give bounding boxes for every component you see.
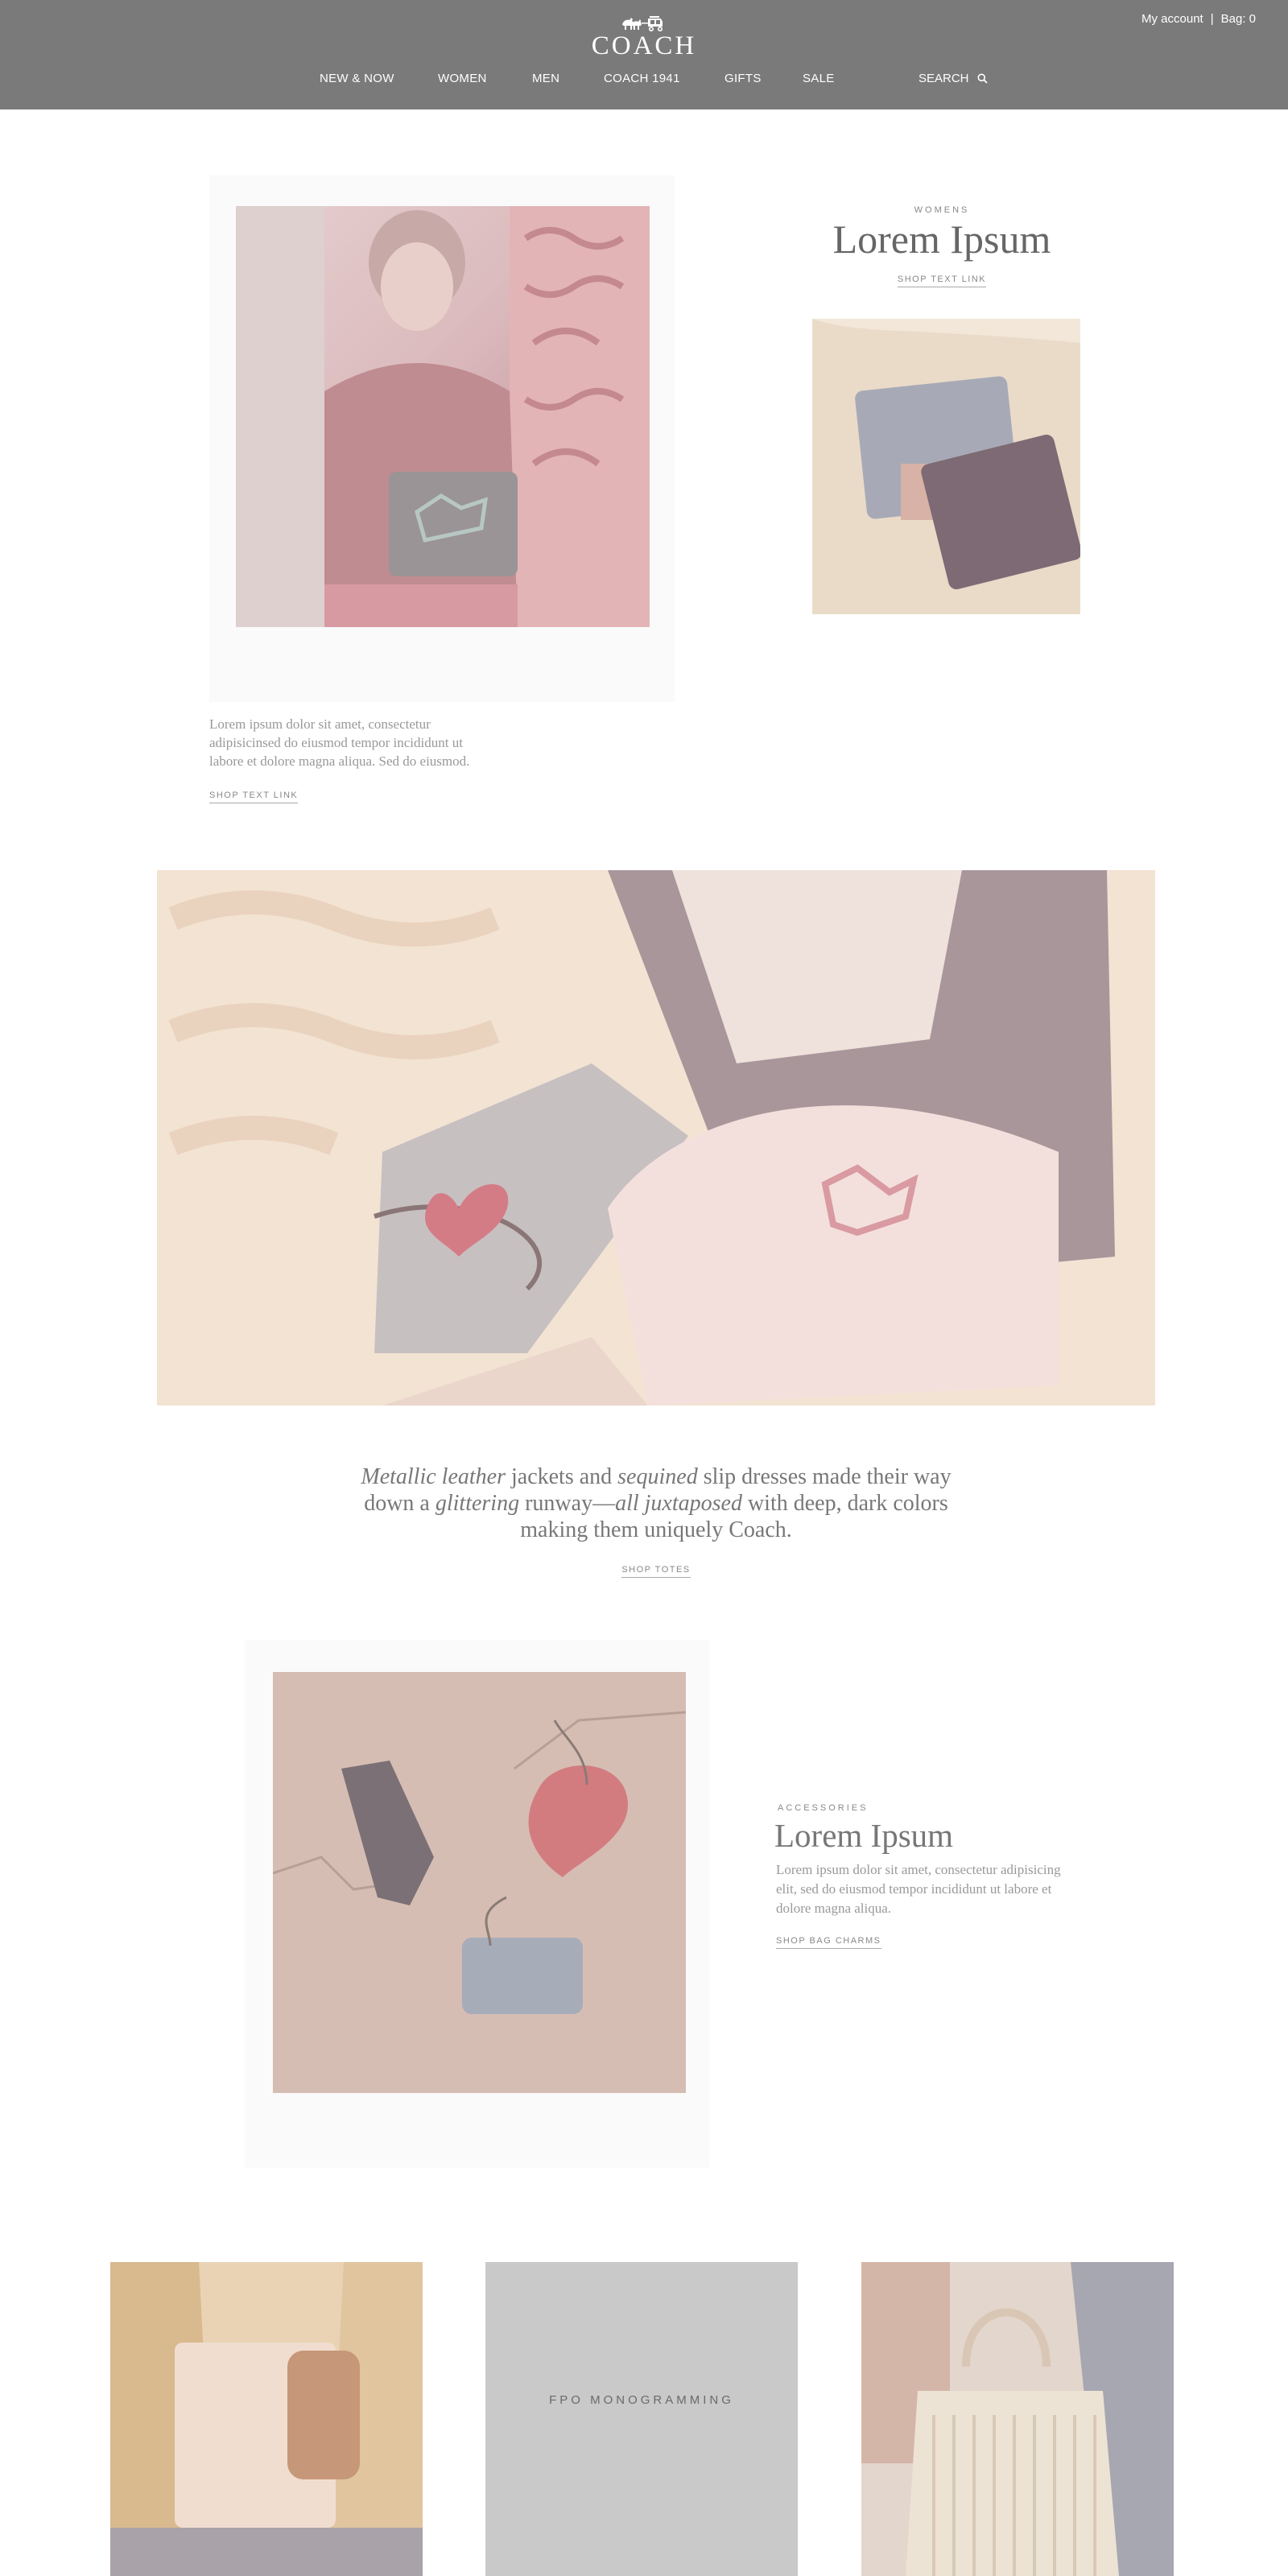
nav-coach-1941[interactable]: COACH 1941 xyxy=(604,72,680,85)
womens-link-wrap: SHOP TEXT LINK xyxy=(781,271,1103,287)
search-label: SEARCH xyxy=(919,72,969,85)
shop-text-link-left[interactable]: SHOP TEXT LINK xyxy=(209,791,299,803)
accessories-copy: Lorem ipsum dolor sit amet, consectetur … xyxy=(776,1862,1061,1916)
womens-kicker: WOMENS xyxy=(914,205,970,215)
quote-text-3: runway— xyxy=(519,1491,616,1516)
accessories-title: Lorem Ipsum xyxy=(774,1817,954,1854)
pouches-illustration xyxy=(812,319,1080,614)
search-button[interactable]: SEARCH xyxy=(919,72,988,85)
shop-bag-charms-link[interactable]: SHOP BAG CHARMS xyxy=(776,1936,881,1949)
nav-women[interactable]: WOMEN xyxy=(438,72,487,85)
account-separator: | xyxy=(1210,12,1214,26)
logo-wordmark: COACH xyxy=(591,31,697,60)
quote-em-metallic-leather: Metallic leather xyxy=(361,1464,506,1489)
shop-totes-link[interactable]: SHOP TOTES xyxy=(621,1565,691,1578)
my-account-link[interactable]: My account xyxy=(1141,12,1203,26)
grid-photo-crossbody[interactable] xyxy=(110,2262,423,2576)
grid-photo-handbag[interactable] xyxy=(861,2262,1174,2576)
shop-text-link-womens[interactable]: SHOP TEXT LINK xyxy=(897,275,987,287)
feature-photo-woman-with-bag[interactable] xyxy=(236,206,650,627)
site-header: My account | Bag: 0 COACH NEW & NOW WOME… xyxy=(0,0,1288,109)
hero-illustration xyxy=(157,870,1155,1406)
editorial-quote: Metallic leather jackets and sequined sl… xyxy=(338,1463,974,1543)
quote-text-1: jackets and xyxy=(505,1464,618,1489)
feature-photo-illustration xyxy=(236,206,650,627)
quote-em-sequined: sequined xyxy=(617,1464,698,1489)
handbag-illustration xyxy=(861,2262,1174,2576)
womens-title: Lorem Ipsum xyxy=(832,217,1051,262)
bag-link[interactable]: Bag: 0 xyxy=(1221,12,1256,26)
nav-men[interactable]: MEN xyxy=(532,72,559,85)
feature-copy: Lorem ipsum dolor sit amet, consectetur … xyxy=(209,716,470,769)
bag-charms-illustration xyxy=(273,1672,686,2093)
shop-totes-wrap: SHOP TOTES xyxy=(564,1562,749,1578)
quote-em-all-juxtaposed: all juxtaposed xyxy=(615,1491,742,1516)
horse-and-carriage-icon xyxy=(622,16,663,31)
hero-photo-totes[interactable] xyxy=(157,870,1155,1406)
nav-gifts[interactable]: GIFTS xyxy=(724,72,762,85)
crossbody-illustration xyxy=(110,2262,423,2576)
account-bar: My account | Bag: 0 xyxy=(1141,12,1256,26)
monogramming-placeholder[interactable]: FPO MONOGRAMMING xyxy=(485,2262,798,2576)
nav-sale[interactable]: SALE xyxy=(803,72,835,85)
main-nav: NEW & NOW WOMEN MEN COACH 1941 GIFTS SAL… xyxy=(0,72,1288,88)
pouches-photo[interactable] xyxy=(812,319,1080,614)
accessories-kicker: ACCESSORIES xyxy=(778,1803,869,1813)
monogramming-label: FPO MONOGRAMMING xyxy=(549,2393,734,2407)
quote-em-glittering: glittering xyxy=(435,1491,520,1516)
nav-new-and-now[interactable]: NEW & NOW xyxy=(320,72,394,85)
bag-charms-photo[interactable] xyxy=(273,1672,686,2093)
coach-logo[interactable]: COACH xyxy=(564,14,724,60)
magnifier-icon xyxy=(977,73,988,84)
